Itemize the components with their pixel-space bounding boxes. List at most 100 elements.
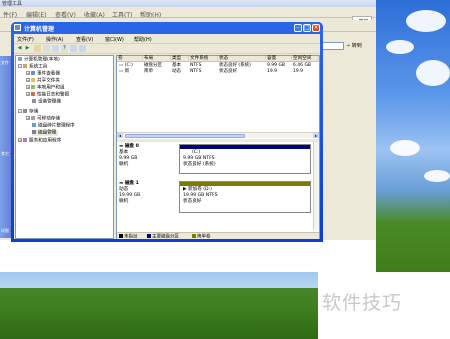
console-tree: 计算机管理(本地) - 系统工具 + 事件查看器 + 共享文件夹 + 本地用户和组 + 性… — [15, 55, 114, 239]
scroll-thumb[interactable] — [125, 134, 245, 138]
tree-label: 磁盘管理 — [38, 130, 57, 136]
scroll-right-icon[interactable]: ▸ — [313, 133, 319, 138]
column-header-type[interactable]: 类型 — [171, 56, 189, 62]
collapse-icon[interactable]: - — [18, 64, 22, 68]
legend-bar: 未指派 主要磁盘分区 简单卷 — [117, 232, 319, 240]
primary-partition-swatch — [147, 234, 151, 238]
disk-icon: ▬ — [119, 181, 124, 186]
go-button[interactable]: ➔ 转到 — [346, 42, 372, 51]
tree-node-local-users[interactable]: + 本地用户和组 — [26, 85, 65, 91]
graphical-disk-view: ▬ 磁盘 0 基本 9.99 GB 联机 (C:) 9.99 GB NTFS 状… — [117, 142, 319, 230]
tree-node-removable-storage[interactable]: + 可移动存储 — [26, 116, 60, 122]
simple-volume-swatch — [192, 234, 196, 238]
disk-1-label[interactable]: ▬ 磁盘 1 动态 19.99 GB 联机 — [119, 181, 179, 205]
menu-window[interactable]: 窗口(W) — [105, 36, 124, 43]
show-tree-icon[interactable] — [43, 45, 50, 52]
watermark-text: 软件技巧 — [322, 292, 403, 314]
export-list-icon[interactable] — [70, 45, 77, 52]
maximize-icon: □ — [304, 24, 310, 31]
window-titlebar[interactable]: 计算机管理 – □ × — [11, 22, 323, 34]
shared-folder-icon — [31, 78, 35, 82]
menubar: 文件(F) 操作(A) 查看(V) 窗口(W) 帮助(H) — [14, 34, 320, 44]
collapse-icon[interactable]: - — [18, 109, 22, 113]
services-icon — [23, 138, 27, 142]
volume-list-horizontal-scrollbar[interactable]: ◂ ▸ — [117, 132, 319, 138]
legend-simple-volume: 简单卷 — [192, 234, 211, 240]
bg-menu-edit[interactable]: 编辑(E) — [26, 10, 46, 19]
disk-0-label[interactable]: ▬ 磁盘 0 基本 9.99 GB 联机 — [119, 144, 179, 168]
maximize-button[interactable]: □ — [303, 24, 311, 32]
column-header-capacity[interactable]: 容量 — [266, 56, 292, 62]
menu-file[interactable]: 文件(F) — [17, 36, 34, 43]
computer-management-window: 计算机管理 – □ × 文件(F) 操作(A) 查看(V) 窗口(W) 帮助(H… — [11, 22, 323, 242]
column-header-filesystem[interactable]: 文件系统 — [189, 56, 218, 62]
back-icon[interactable]: ◀ — [16, 45, 23, 52]
volume-free-space: 19.9 — [293, 69, 304, 74]
legend-label: 未指派 — [124, 234, 138, 240]
legend-label: 简单卷 — [197, 234, 211, 240]
address-dropdown[interactable] — [320, 42, 344, 50]
tree-label: 磁盘碎片整理程序 — [38, 123, 75, 129]
menu-view[interactable]: 查看(V) — [76, 36, 93, 43]
tree-node-defragmenter[interactable]: 磁盘碎片整理程序 — [32, 123, 75, 129]
tree-node-shared-folders[interactable]: + 共享文件夹 — [26, 78, 60, 84]
column-header-status[interactable]: 状态 — [218, 56, 266, 62]
tree-node-system-tools[interactable]: - 系统工具 — [18, 64, 47, 70]
disk-0-partition[interactable]: (C:) 9.99 GB NTFS 状态良好 (系统) — [179, 144, 311, 174]
scroll-left-icon[interactable]: ◂ — [117, 133, 123, 138]
forward-icon[interactable]: ▶ — [24, 45, 31, 52]
menu-action[interactable]: 操作(A) — [46, 36, 63, 43]
column-header-layout[interactable]: 布局 — [143, 56, 171, 62]
expand-icon[interactable]: + — [26, 85, 30, 89]
bg-menu-tools[interactable]: 工具(T) — [112, 10, 132, 19]
tree-label: 存储 — [29, 109, 39, 115]
tree-node-device-manager[interactable]: 设备管理器 — [32, 99, 61, 105]
volume-icon: ▭ — [119, 63, 124, 68]
removable-storage-icon — [31, 116, 35, 120]
background-menubar: 件(F) 编辑(E) 查看(V) 收藏(A) 工具(T) 帮助(H) — [0, 8, 376, 26]
minimize-button[interactable]: – — [294, 24, 302, 32]
disk-icon: ▬ — [119, 144, 124, 149]
volume-row[interactable]: ▭ 新 简单 动态 NTFS 状态良好 19.9 19.9 — [117, 69, 319, 75]
disk-view-vertical-scrollbar[interactable] — [313, 142, 319, 230]
tree-node-root[interactable]: 计算机管理(本地) — [18, 57, 60, 63]
up-folder-icon[interactable] — [34, 45, 41, 52]
volume-icon: ▭ — [119, 69, 124, 74]
bg-menu-view[interactable]: 查看(V) — [55, 10, 76, 19]
column-header-volume[interactable]: 卷 — [117, 56, 143, 62]
expand-icon[interactable]: + — [26, 92, 30, 96]
column-header-free-space[interactable]: 空闲空间 — [292, 56, 319, 62]
tree-node-storage[interactable]: - 存储 — [18, 109, 38, 115]
performance-icon — [31, 92, 35, 96]
expand-icon[interactable]: + — [18, 138, 22, 142]
cursor-icon: ▶ — [183, 187, 187, 192]
properties-icon[interactable] — [52, 45, 59, 52]
tree-label: 计算机管理(本地) — [24, 57, 60, 63]
bg-menu-file[interactable]: 件(F) — [3, 10, 17, 19]
background-window-title: 管理工具 — [2, 1, 23, 7]
tree-node-event-viewer[interactable]: + 事件查看器 — [26, 71, 60, 77]
tree-node-services-apps[interactable]: + 服务和应用程序 — [18, 138, 61, 144]
disk-name: 磁盘 0 — [124, 144, 139, 149]
tree-label: 服务和应用程序 — [29, 138, 62, 144]
menu-help[interactable]: 帮助(H) — [134, 36, 152, 43]
volume-list-header: 卷 布局 类型 文件系统 状态 容量 空闲空间 — [117, 56, 319, 62]
bg-menu-help[interactable]: 帮助(H) — [140, 10, 161, 19]
view-icon[interactable] — [79, 45, 86, 52]
window-client-area: 文件(F) 操作(A) 查看(V) 窗口(W) 帮助(H) ◀ ▶ ? 计算机管… — [14, 34, 320, 240]
unallocated-swatch — [119, 234, 123, 238]
bg-menu-favorites[interactable]: 收藏(A) — [84, 10, 105, 19]
expand-icon[interactable]: + — [26, 71, 30, 75]
expand-icon[interactable]: + — [26, 78, 30, 82]
close-button[interactable]: × — [312, 24, 320, 32]
expand-icon[interactable]: + — [26, 116, 30, 120]
tree-node-performance-logs[interactable]: + 性能日志和警报 — [26, 92, 69, 98]
volume-filesystem: NTFS — [190, 69, 202, 74]
event-viewer-icon — [31, 71, 35, 75]
partition-status: 状态良好 — [183, 199, 202, 204]
tree-node-disk-management[interactable]: 磁盘管理 — [32, 130, 59, 136]
help-icon[interactable]: ? — [61, 45, 68, 52]
tree-label: 系统工具 — [29, 64, 48, 70]
disk-1-partition[interactable]: ▶ 新加卷 (D:) 19.99 GB NTFS 状态良好 — [179, 181, 311, 213]
simple-volume-bar — [180, 182, 310, 186]
